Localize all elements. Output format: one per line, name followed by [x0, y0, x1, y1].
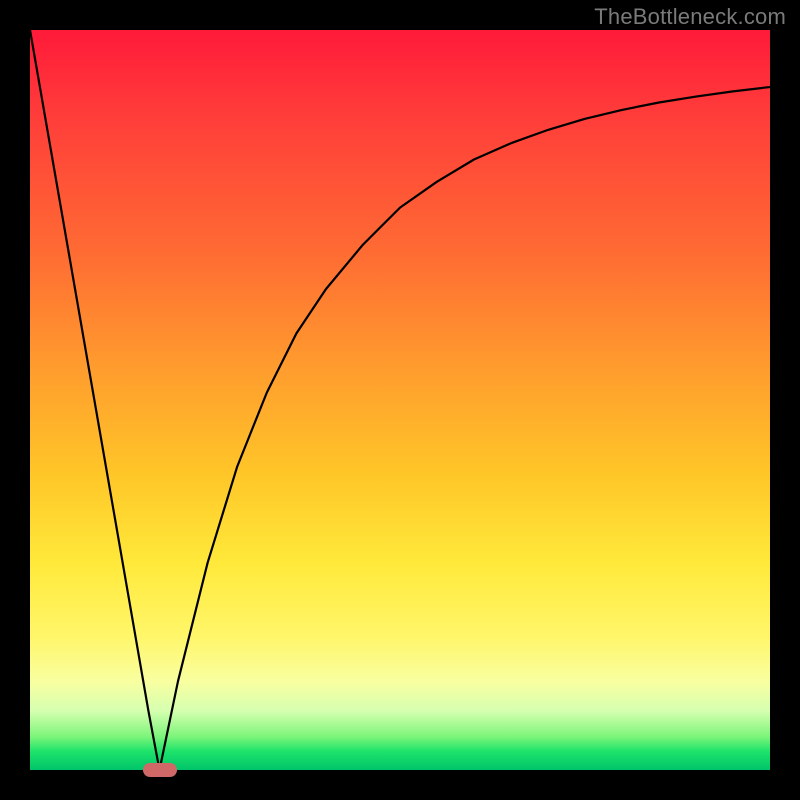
minimum-marker — [143, 763, 177, 777]
plot-area — [30, 30, 770, 770]
chart-frame: TheBottleneck.com — [0, 0, 800, 800]
curve-svg — [30, 30, 770, 770]
bottleneck-curve-path — [30, 30, 770, 770]
watermark-text: TheBottleneck.com — [594, 4, 786, 30]
